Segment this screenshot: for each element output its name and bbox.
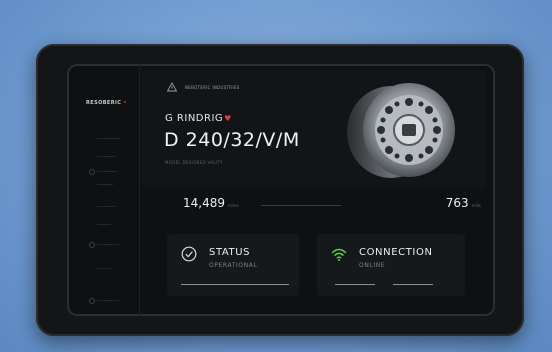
sidebar-item-4[interactable] <box>97 184 113 185</box>
product-hero: NEBOTERIC INDUSTRIES G RINDRIG♥ D 240/32… <box>141 70 487 188</box>
metric-distance-unit: miles <box>228 203 239 208</box>
metric-divider <box>261 205 341 206</box>
dashboard-screen: RESOBERIC • NEBOTERIC INDUSTRIES G RINDR… <box>67 64 495 316</box>
sidebar-item-8[interactable] <box>97 268 111 269</box>
metrics-row: 14,489 miles 763 mills <box>141 192 487 218</box>
connection-bar-1 <box>335 284 375 285</box>
sidebar-brand-label: RESOBERIC <box>86 100 122 106</box>
sidebar-circle-icon <box>89 169 95 175</box>
heart-icon: ♥ <box>224 114 232 123</box>
status-bar <box>181 284 289 285</box>
sidebar-item-2[interactable] <box>97 156 115 157</box>
triangle-warning-icon <box>167 82 177 92</box>
sidebar-brand[interactable]: RESOBERIC • <box>86 100 127 106</box>
connection-value: ONLINE <box>359 262 386 269</box>
sidebar-item-7[interactable] <box>97 244 119 245</box>
product-name-text: G RINDRIG <box>165 113 224 124</box>
sidebar: RESOBERIC • <box>67 64 140 316</box>
sidebar-power-icon <box>89 298 95 304</box>
status-card[interactable]: STATUS OPERATIONAL <box>167 234 299 296</box>
connection-bar-2 <box>393 284 433 285</box>
brand-dot-icon: • <box>123 100 127 106</box>
status-title: STATUS <box>209 247 251 258</box>
sidebar-settings-icon <box>89 242 95 248</box>
wheel-hub-image <box>347 83 455 178</box>
status-value: OPERATIONAL <box>209 262 258 269</box>
background: RESOBERIC • NEBOTERIC INDUSTRIES G RINDR… <box>0 0 552 352</box>
metric-count-value: 763 <box>445 196 469 210</box>
tablet-device: RESOBERIC • NEBOTERIC INDUSTRIES G RINDR… <box>36 44 524 336</box>
connection-title: CONNECTION <box>359 247 433 258</box>
product-subtitle: MODEL DESIGNED VALITY <box>165 160 223 165</box>
metric-count-unit: mills <box>471 203 481 208</box>
metric-distance: 14,489 miles <box>183 196 239 210</box>
manufacturer-label: NEBOTERIC INDUSTRIES <box>185 85 240 90</box>
sidebar-item-5[interactable] <box>97 206 115 207</box>
connection-card[interactable]: CONNECTION ONLINE <box>317 234 465 296</box>
metric-distance-value: 14,489 <box>183 196 225 210</box>
product-name: G RINDRIG♥ <box>165 113 232 124</box>
wifi-icon <box>331 248 347 261</box>
product-code: D 240/32/V/M <box>164 129 300 151</box>
check-circle-icon <box>181 246 197 262</box>
sidebar-item-1[interactable] <box>97 138 121 139</box>
sidebar-item-6[interactable] <box>97 224 111 225</box>
sidebar-item-3[interactable] <box>97 171 117 172</box>
metric-count: 763 mills <box>446 196 481 210</box>
sidebar-item-9[interactable] <box>97 300 119 301</box>
